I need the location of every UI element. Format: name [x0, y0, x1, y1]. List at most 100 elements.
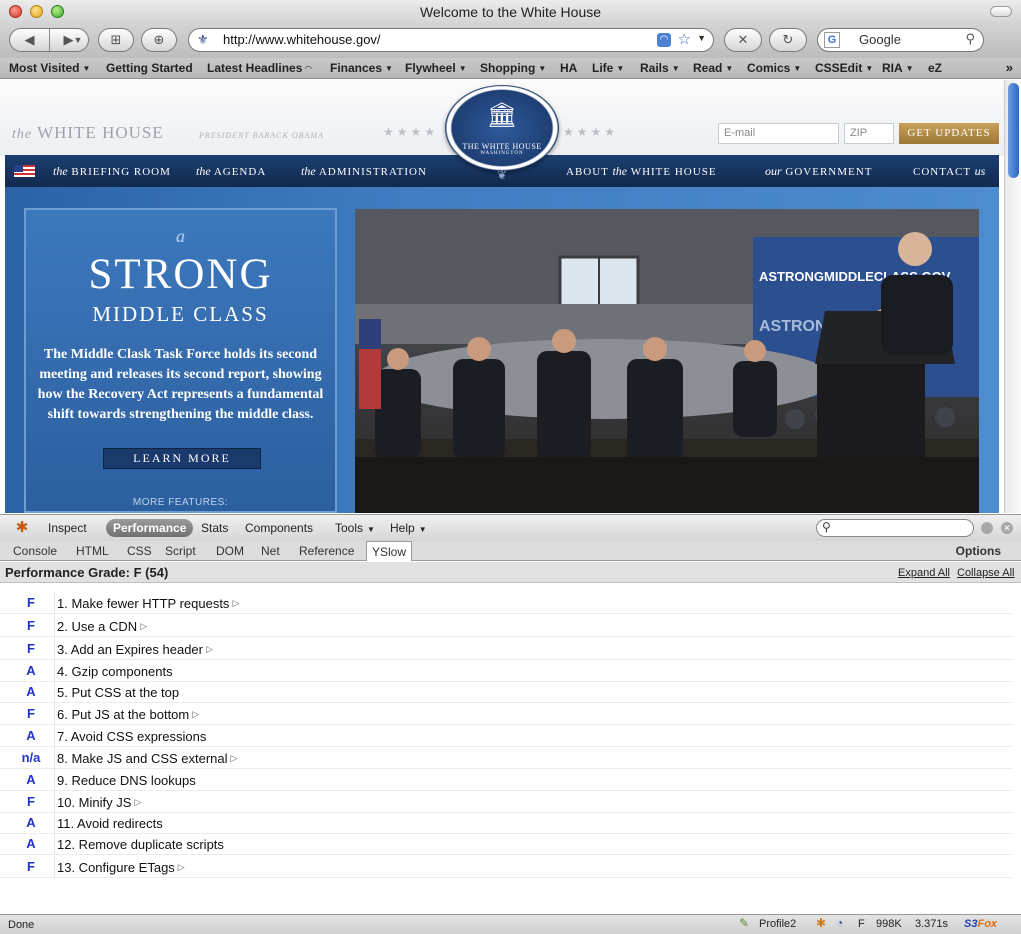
url-text[interactable]: http://www.whitehouse.gov/	[223, 32, 381, 47]
bookmark-most-visited[interactable]: Most Visited ▼	[9, 61, 90, 75]
bookmarks-overflow-icon[interactable]: »	[1006, 60, 1013, 75]
collapse-all-link[interactable]: Collapse All	[957, 567, 1014, 579]
rule-label[interactable]: 1. Make fewer HTTP requests ▷	[57, 596, 239, 611]
rss-icon[interactable]: ◠	[657, 33, 671, 47]
zoom-window-icon[interactable]	[51, 5, 64, 18]
rule-label[interactable]: 11. Avoid redirects	[57, 816, 163, 831]
address-bar[interactable]: ⚜ http://www.whitehouse.gov/ ◠ ☆ ▼	[188, 28, 714, 52]
expand-triangle-icon[interactable]: ▷	[206, 644, 213, 654]
components-button[interactable]: Components	[245, 521, 313, 535]
rule-label[interactable]: 8. Make JS and CSS external ▷	[57, 751, 237, 766]
new-tab-icon[interactable]: ⊞	[98, 28, 134, 52]
bookmark-latest-headlines[interactable]: Latest Headlines ◠	[207, 61, 312, 75]
status-load-time[interactable]: 3.371s	[915, 918, 948, 930]
bookmark-ez[interactable]: eZ	[928, 61, 942, 75]
rule-label[interactable]: 13. Configure ETags ▷	[57, 860, 185, 875]
speedometer-icon[interactable]: ◔	[836, 916, 843, 930]
nav-briefing-room[interactable]: the BRIEFING ROOM	[53, 164, 171, 179]
firebug-icon[interactable]: ✱	[12, 518, 32, 538]
rule-label[interactable]: 10. Minify JS ▷	[57, 795, 141, 810]
close-window-icon[interactable]	[9, 5, 22, 18]
rule-label[interactable]: 3. Add an Expires header ▷	[57, 642, 213, 657]
rule-label[interactable]: 4. Gzip components	[57, 664, 173, 679]
page-scrollbar[interactable]	[1004, 80, 1021, 513]
performance-button[interactable]: Performance	[106, 519, 194, 537]
bookmark-life[interactable]: Life ▼	[592, 61, 624, 75]
tab-yslow[interactable]: YSlow	[366, 541, 413, 561]
help-menu[interactable]: Help ▼	[390, 521, 427, 535]
bookmark-getting-started[interactable]: Getting Started	[106, 61, 193, 75]
nav-our-government[interactable]: our GOVERNMENT	[765, 164, 872, 179]
white-house-seal-logo[interactable]: 🏛 THE WHITE HOUSE WASHINGTON	[445, 85, 559, 171]
email-field[interactable]: E-mail	[718, 123, 839, 144]
rule-label[interactable]: 2. Use a CDN ▷	[57, 619, 147, 634]
tools-menu[interactable]: Tools ▼	[335, 521, 375, 535]
stop-icon[interactable]: ✕	[724, 28, 762, 52]
rule-row[interactable]: F 13. Configure ETags ▷	[0, 856, 1012, 878]
rule-row[interactable]: A 9. Reduce DNS lookups	[0, 769, 1012, 791]
toolbar-toggle-icon[interactable]	[990, 6, 1012, 17]
bookmark-icon[interactable]: ⊕	[141, 28, 177, 52]
bookmark-ha[interactable]: HA	[560, 61, 577, 75]
expand-triangle-icon[interactable]: ▷	[192, 709, 199, 719]
back-icon[interactable]: ◀	[11, 29, 49, 51]
minimize-panel-icon[interactable]	[981, 522, 993, 534]
hero-photo[interactable]: ASTRONGMIDDLECLASS.GOV ASTRONG	[355, 209, 979, 513]
tab-css[interactable]: CSS	[127, 544, 152, 558]
search-field[interactable]: G Google ⚲	[817, 28, 984, 52]
site-wordmark[interactable]: the WHITE HOUSE	[12, 123, 164, 143]
rule-row[interactable]: F 2. Use a CDN ▷	[0, 615, 1012, 637]
tab-net[interactable]: Net	[261, 544, 280, 558]
s3fox-button[interactable]: S3Fox	[964, 918, 997, 930]
expand-triangle-icon[interactable]: ▷	[178, 862, 185, 872]
stats-button[interactable]: Stats	[201, 521, 228, 535]
bookmark-read[interactable]: Read ▼	[693, 61, 733, 75]
options-button[interactable]: Options	[956, 544, 1001, 558]
history-dropdown-icon[interactable]: ▼	[72, 34, 84, 46]
nav-administration[interactable]: the ADMINISTRATION	[301, 164, 427, 179]
profile-label[interactable]: Profile2	[759, 918, 796, 930]
reload-icon[interactable]: ↻	[769, 28, 807, 52]
firebug-search-field[interactable]: ⚲	[816, 519, 974, 537]
bookmark-flywheel[interactable]: Flywheel ▼	[405, 61, 467, 75]
url-dropdown-icon[interactable]: ▼	[697, 33, 706, 43]
expand-triangle-icon[interactable]: ▷	[232, 598, 239, 608]
rule-label[interactable]: 6. Put JS at the bottom ▷	[57, 707, 199, 722]
rule-row[interactable]: F 3. Add an Expires header ▷	[0, 638, 1012, 660]
rule-label[interactable]: 5. Put CSS at the top	[57, 685, 179, 700]
tab-dom[interactable]: DOM	[216, 544, 244, 558]
nav-agenda[interactable]: the AGENDA	[196, 164, 266, 179]
rule-row[interactable]: F 10. Minify JS ▷	[0, 791, 1012, 813]
rule-row[interactable]: A 4. Gzip components	[0, 660, 1012, 682]
rule-row[interactable]: A 12. Remove duplicate scripts	[0, 833, 1012, 855]
rule-label[interactable]: 9. Reduce DNS lookups	[57, 773, 196, 788]
learn-more-button[interactable]: LEARN MORE	[103, 448, 261, 469]
expand-triangle-icon[interactable]: ▷	[231, 753, 238, 763]
rule-label[interactable]: 7. Avoid CSS expressions	[57, 729, 206, 744]
rule-row[interactable]: A 11. Avoid redirects	[0, 812, 1012, 834]
yslow-icon[interactable]: ✱	[816, 916, 826, 930]
bookmark-comics[interactable]: Comics ▼	[747, 61, 801, 75]
tab-html[interactable]: HTML	[76, 544, 109, 558]
nav-contact-us[interactable]: CONTACT us	[913, 164, 985, 179]
bookmark-shopping[interactable]: Shopping ▼	[480, 61, 546, 75]
rule-row[interactable]: F 6. Put JS at the bottom ▷	[0, 703, 1012, 725]
bookmark-rails[interactable]: Rails ▼	[640, 61, 680, 75]
nav-about-white-house[interactable]: ABOUT the WHITE HOUSE	[566, 164, 717, 179]
expand-triangle-icon[interactable]: ▷	[140, 621, 147, 631]
tab-console[interactable]: Console	[13, 544, 57, 558]
profile-switcher-icon[interactable]: ✎	[739, 916, 749, 930]
search-icon[interactable]: ⚲	[965, 31, 975, 47]
bookmark-ria[interactable]: RIA ▼	[882, 61, 914, 75]
rule-row[interactable]: F 1. Make fewer HTTP requests ▷	[0, 592, 1012, 614]
tab-reference[interactable]: Reference	[299, 544, 354, 558]
minimize-window-icon[interactable]	[30, 5, 43, 18]
bookmark-cssedit[interactable]: CSSEdit ▼	[815, 61, 873, 75]
expand-triangle-icon[interactable]: ▷	[134, 797, 141, 807]
status-page-size[interactable]: 998K	[876, 918, 902, 930]
rule-row[interactable]: A 5. Put CSS at the top	[0, 681, 1012, 703]
google-engine-icon[interactable]: G	[824, 32, 840, 48]
bookmark-finances[interactable]: Finances ▼	[330, 61, 393, 75]
close-panel-icon[interactable]: ✕	[1001, 522, 1013, 534]
rule-row[interactable]: A 7. Avoid CSS expressions	[0, 725, 1012, 747]
